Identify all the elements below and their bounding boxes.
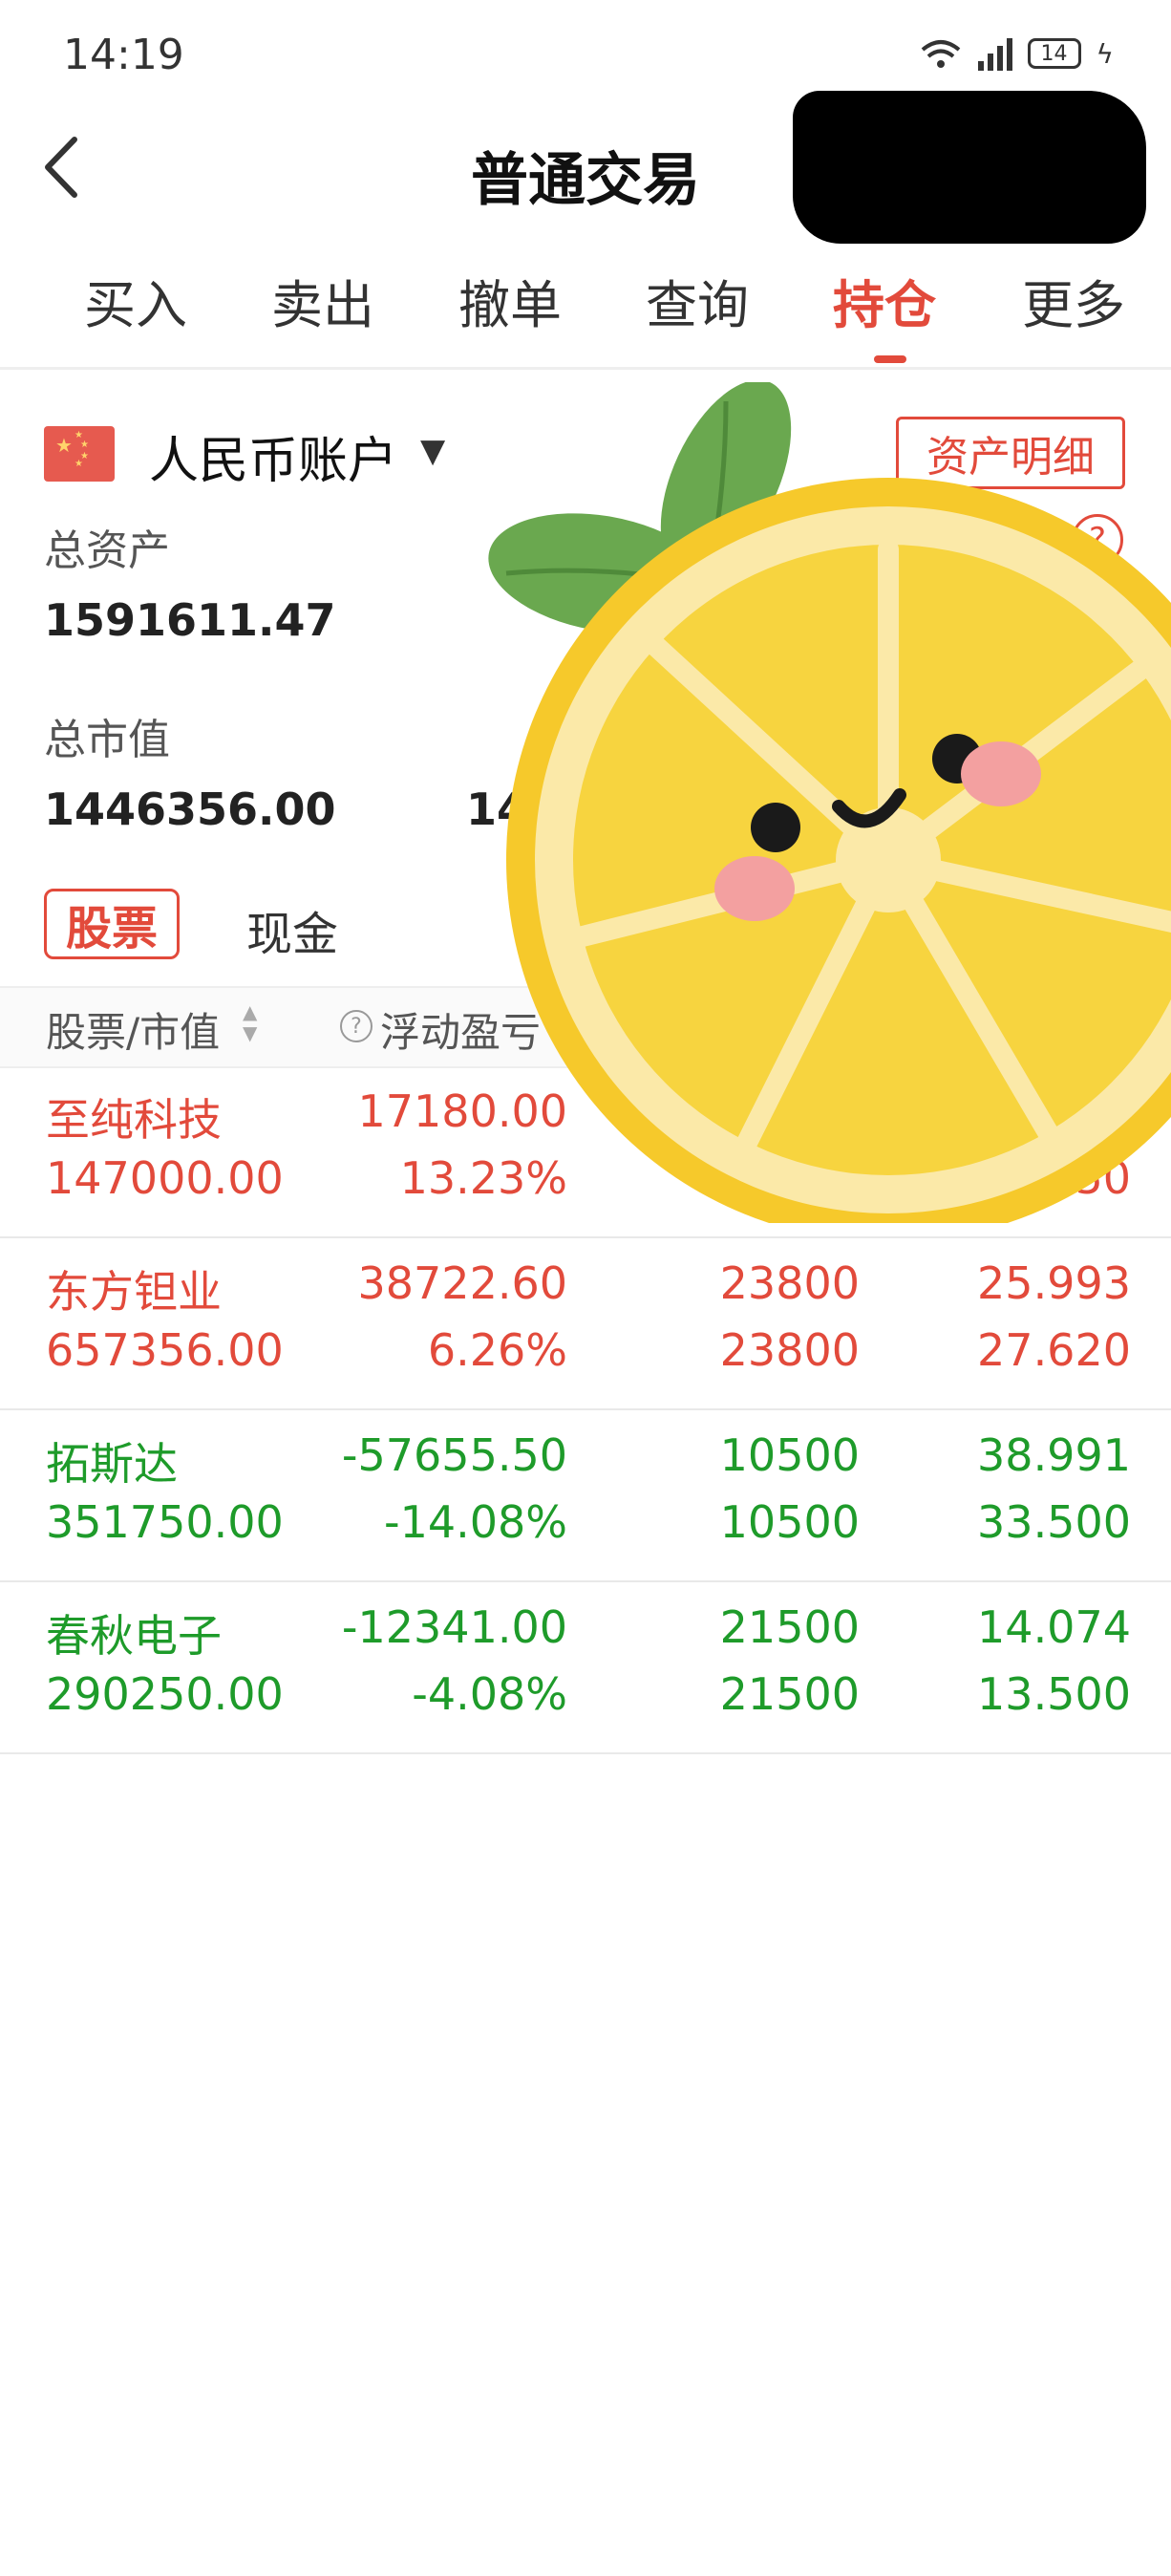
floating-pnl-percent: -4.08% [412, 1668, 567, 1720]
market-value: 657356.00 [46, 1324, 284, 1376]
lemon-sticker-icon [488, 382, 1171, 1223]
holding-qty: 23800 [719, 1257, 860, 1309]
cellular-signal-icon [977, 36, 1012, 71]
tab-sell[interactable]: 卖出 [271, 263, 374, 338]
floating-pnl-percent: -14.08% [384, 1496, 567, 1548]
tab-positions[interactable]: 持仓 [833, 263, 936, 338]
market-value-label: 总市值 [44, 716, 170, 764]
tab-buy[interactable]: 买入 [84, 263, 187, 338]
stock-name: 东方钽业 [46, 1266, 222, 1318]
column-header-stock[interactable]: 股票/市值 [46, 1000, 220, 1059]
market-value: 147000.00 [46, 1152, 284, 1204]
help-icon[interactable]: ? [340, 1010, 373, 1042]
current-price: 33.500 [977, 1496, 1131, 1548]
charging-icon: ϟ [1096, 37, 1114, 70]
active-tab-indicator [874, 355, 906, 363]
market-value-value: 1446356.00 [44, 784, 336, 835]
segment-stock[interactable]: 股票 [44, 889, 180, 959]
total-assets-label: 总资产 [44, 526, 170, 575]
stock-name: 拓斯达 [46, 1438, 178, 1490]
available-qty: 10500 [719, 1496, 860, 1548]
tab-bar: 买入 卖出 撤单 查询 持仓 更多 [0, 263, 1171, 368]
floating-pnl-percent: 6.26% [427, 1324, 567, 1376]
holding-qty: 21500 [719, 1601, 860, 1653]
total-assets-value: 1591611.47 [44, 594, 336, 646]
tab-cancel-order[interactable]: 撤单 [458, 263, 562, 338]
cost-price: 38.991 [977, 1429, 1131, 1481]
cost-price: 25.993 [977, 1257, 1131, 1309]
battery-icon: 14 [1027, 38, 1081, 69]
current-price: 27.620 [977, 1324, 1131, 1376]
divider [0, 367, 1171, 370]
market-value: 290250.00 [46, 1668, 284, 1720]
segment-cash[interactable]: 现金 [246, 896, 338, 963]
market-value: 351750.00 [46, 1496, 284, 1548]
wifi-icon [919, 36, 963, 71]
tab-more[interactable]: 更多 [1022, 263, 1125, 338]
stock-name: 至纯科技 [46, 1094, 222, 1146]
tab-query[interactable]: 查询 [646, 263, 749, 338]
battery-level: 14 [1040, 41, 1068, 66]
redaction-block [793, 91, 1146, 244]
status-icons: 14 ϟ [919, 36, 1114, 71]
sort-icon[interactable]: ▲ ▼ [243, 1001, 257, 1043]
available-qty: 23800 [719, 1324, 860, 1376]
stock-name: 春秋电子 [46, 1610, 222, 1662]
current-price: 13.500 [977, 1668, 1131, 1720]
status-time: 14:19 [63, 31, 184, 79]
floating-pnl: 38722.60 [357, 1257, 568, 1309]
china-flag-icon: ★ ★ ★ ★ ★ [44, 426, 115, 482]
floating-pnl: -57655.50 [341, 1429, 567, 1481]
table-row[interactable]: 拓斯达 351750.00 -57655.50 -14.08% 10500 10… [0, 1410, 1171, 1582]
available-qty: 21500 [719, 1668, 860, 1720]
table-row[interactable]: 东方钽业 657356.00 38722.60 6.26% 23800 2380… [0, 1238, 1171, 1410]
table-row[interactable]: 春秋电子 290250.00 -12341.00 -4.08% 21500 21… [0, 1582, 1171, 1754]
floating-pnl: -12341.00 [341, 1601, 567, 1653]
holding-qty: 10500 [719, 1429, 860, 1481]
cost-price: 14.074 [977, 1601, 1131, 1653]
account-selector[interactable]: 人民币账户 [149, 420, 397, 492]
